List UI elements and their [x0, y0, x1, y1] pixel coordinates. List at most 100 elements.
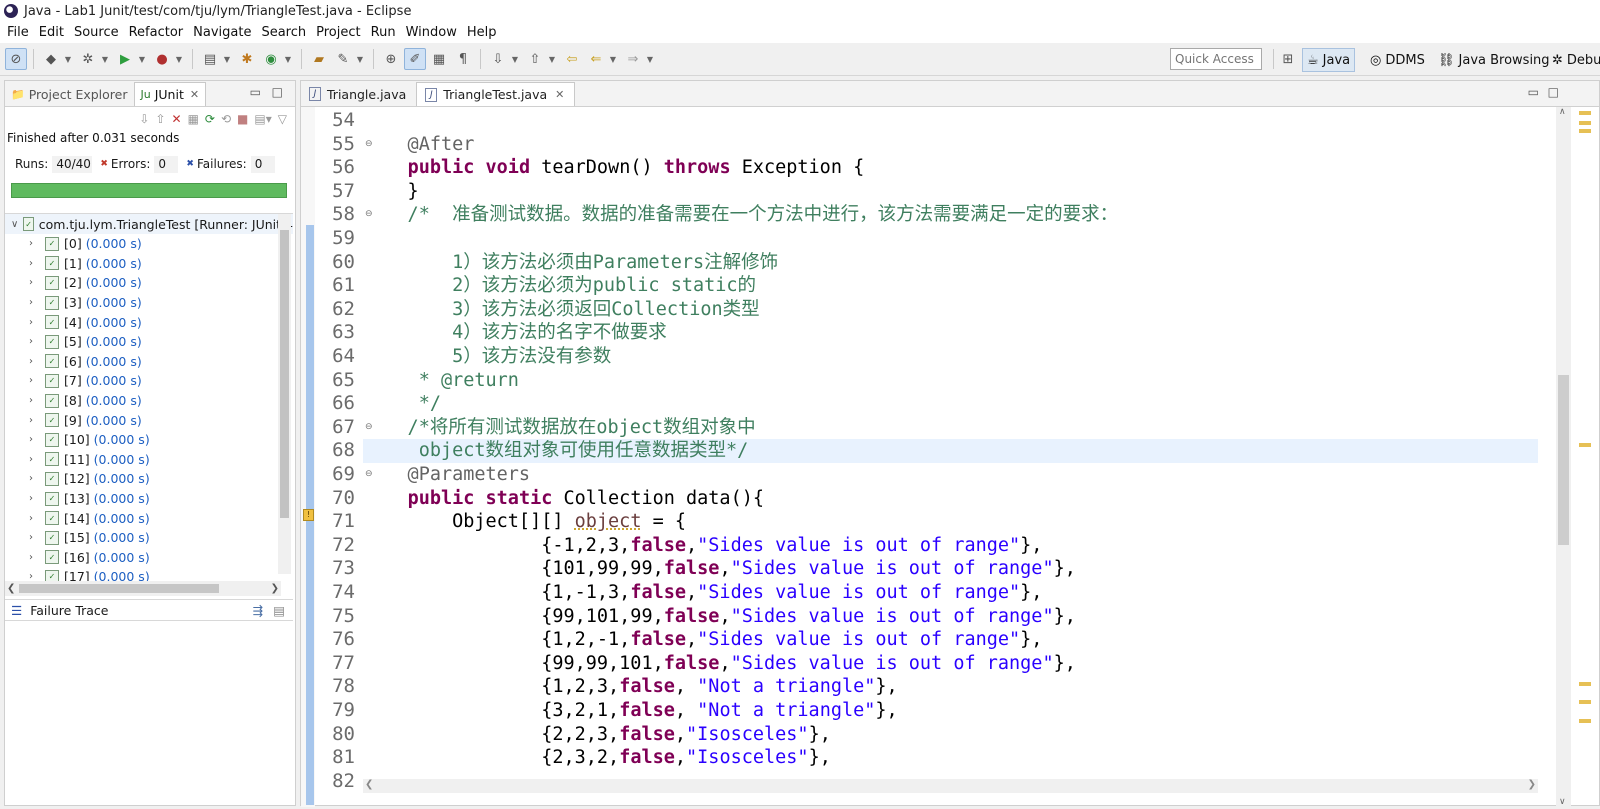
view-menu-icon[interactable]: ▽: [278, 112, 287, 126]
debug-icon[interactable]: ✲: [77, 48, 99, 70]
next-failure-icon[interactable]: ⇩: [139, 112, 149, 126]
test-case-item[interactable]: › ✓ [13] (0.000 s): [5, 489, 293, 509]
tree-horizontal-scrollbar[interactable]: ❮ ❯: [5, 581, 281, 596]
chevron-right-icon[interactable]: ›: [29, 297, 41, 308]
code-line[interactable]: 2）该方法必须为public static的: [363, 274, 1538, 298]
dropdown-arrow-icon[interactable]: ▼: [645, 55, 655, 64]
new-java-package-icon[interactable]: ✱: [236, 48, 258, 70]
code-line[interactable]: {99,101,99,false,"Sides value is out of …: [363, 605, 1538, 629]
test-case-item[interactable]: › ✓ [14] (0.000 s): [5, 508, 293, 528]
code-line[interactable]: {3,2,1,false, "Not a triangle"},: [363, 699, 1538, 723]
close-icon[interactable]: ✕: [190, 88, 199, 101]
last-edit-location-icon[interactable]: ⇦: [561, 48, 583, 70]
test-case-item[interactable]: › ✓ [7] (0.000 s): [5, 371, 293, 391]
chevron-right-icon[interactable]: ›: [29, 473, 41, 484]
overview-warning-marker[interactable]: [1579, 682, 1591, 686]
chevron-right-icon[interactable]: ›: [29, 532, 41, 543]
dropdown-arrow-icon[interactable]: ▼: [608, 55, 618, 64]
code-line[interactable]: 3）该方法必须返回Collection类型: [363, 298, 1538, 322]
scrollbar-thumb[interactable]: [1558, 375, 1569, 545]
chevron-right-icon[interactable]: ›: [29, 258, 41, 269]
chevron-right-icon[interactable]: ›: [29, 317, 41, 328]
rerun-failed-first-icon[interactable]: ⟲: [221, 112, 231, 126]
forward-icon[interactable]: ⇒: [622, 48, 644, 70]
filter-stack-trace-icon[interactable]: ⇶: [253, 603, 263, 618]
dropdown-arrow-icon[interactable]: ▼: [547, 55, 557, 64]
scroll-right-icon[interactable]: ❯: [271, 583, 279, 594]
close-icon[interactable]: ✕: [555, 88, 564, 101]
chevron-right-icon[interactable]: ›: [29, 513, 41, 524]
chevron-right-icon[interactable]: ›: [29, 571, 41, 581]
menu-window[interactable]: Window: [401, 25, 462, 40]
code-line[interactable]: */: [363, 392, 1538, 416]
code-line[interactable]: 5）该方法没有参数: [363, 345, 1538, 369]
test-case-item[interactable]: › ✓ [1] (0.000 s): [5, 254, 293, 274]
code-line[interactable]: {2,3,2, false,"Isosceles"},: [363, 746, 1538, 770]
menu-file[interactable]: File: [2, 25, 34, 40]
code-line[interactable]: * @return: [363, 369, 1538, 393]
dropdown-arrow-icon[interactable]: ▼: [137, 55, 147, 64]
test-case-item[interactable]: › ✓ [8] (0.000 s): [5, 391, 293, 411]
maximize-icon[interactable]: □: [1548, 85, 1559, 99]
test-case-item[interactable]: › ✓ [3] (0.000 s): [5, 293, 293, 313]
menu-help[interactable]: Help: [462, 25, 502, 40]
new-android-project-icon[interactable]: ◆: [40, 48, 62, 70]
code-line[interactable]: {3,2,2,false,"Isosceles"},: [363, 770, 1538, 772]
code-line[interactable]: /* 准备测试数据。数据的准备需要在一个方法中进行，该方法需要满足一定的要求：: [363, 203, 1538, 227]
test-case-item[interactable]: › ✓ [15] (0.000 s): [5, 528, 293, 548]
dropdown-arrow-icon[interactable]: ▼: [63, 55, 73, 64]
dropdown-arrow-icon[interactable]: ▼: [283, 55, 293, 64]
menu-refactor[interactable]: Refactor: [124, 25, 189, 40]
open-type-icon[interactable]: ▰: [308, 48, 330, 70]
chevron-right-icon[interactable]: ›: [29, 454, 41, 465]
toggle-mark-occurrences-icon[interactable]: ✐: [404, 48, 426, 70]
external-tools-icon[interactable]: ●: [151, 48, 173, 70]
chevron-down-icon[interactable]: ∨: [11, 219, 19, 230]
toggle-ant-editor-icon[interactable]: ⊕: [380, 48, 402, 70]
scroll-up-icon[interactable]: ∧: [1559, 107, 1566, 117]
skip-breakpoints-icon[interactable]: ⊘: [5, 48, 27, 70]
menu-edit[interactable]: Edit: [34, 25, 69, 40]
menu-search[interactable]: Search: [256, 25, 311, 40]
quick-access-input[interactable]: [1170, 48, 1262, 70]
test-case-item[interactable]: › ✓ [10] (0.000 s): [5, 430, 293, 450]
test-case-item[interactable]: › ✓ [17] (0.000 s): [5, 567, 293, 581]
menu-navigate[interactable]: Navigate: [188, 25, 256, 40]
code-line[interactable]: 1）该方法必须由Parameters注解修饰: [363, 251, 1538, 275]
code-line[interactable]: [363, 109, 1538, 133]
test-case-item[interactable]: › ✓ [9] (0.000 s): [5, 410, 293, 430]
perspective-java[interactable]: ☕ Java: [1302, 48, 1356, 72]
code-line[interactable]: {1,-1,3,false,"Sides value is out of ran…: [363, 581, 1538, 605]
code-line[interactable]: }: [363, 180, 1538, 204]
chevron-right-icon[interactable]: ›: [29, 493, 41, 504]
scroll-left-icon[interactable]: ❮: [365, 779, 373, 790]
chevron-right-icon[interactable]: ›: [29, 434, 41, 445]
minimize-icon[interactable]: ▭: [250, 85, 261, 99]
test-case-item[interactable]: › ✓ [6] (0.000 s): [5, 352, 293, 372]
test-case-item[interactable]: › ✓ [16] (0.000 s): [5, 548, 293, 568]
chevron-right-icon[interactable]: ›: [29, 336, 41, 347]
perspective-java-browsing[interactable]: ⛓ Java Browsing: [1434, 48, 1554, 72]
tree-vertical-scrollbar[interactable]: [278, 214, 291, 574]
menu-project[interactable]: Project: [311, 25, 365, 40]
overview-warning-marker[interactable]: [1579, 121, 1591, 125]
overview-warning-marker[interactable]: [1579, 719, 1591, 723]
dropdown-arrow-icon[interactable]: ▼: [174, 55, 184, 64]
chevron-right-icon[interactable]: ›: [29, 277, 41, 288]
scrollbar-thumb[interactable]: [19, 584, 219, 593]
chevron-right-icon[interactable]: ›: [29, 356, 41, 367]
open-perspective-icon[interactable]: ⊞: [1277, 48, 1299, 70]
previous-annotation-icon[interactable]: ⇧: [524, 48, 546, 70]
code-line[interactable]: /*将所有测试数据放在object数组对象中: [363, 416, 1538, 440]
scroll-down-icon[interactable]: ∨: [1559, 797, 1566, 807]
maximize-icon[interactable]: □: [272, 85, 283, 99]
perspective-debug[interactable]: ✲ Debu: [1548, 48, 1600, 72]
dropdown-arrow-icon[interactable]: ▼: [100, 55, 110, 64]
chevron-right-icon[interactable]: ›: [29, 375, 41, 386]
code-line[interactable]: {2,2,3,false,"Isosceles"},: [363, 723, 1538, 747]
code-line[interactable]: Object[][] object = {: [363, 510, 1538, 534]
overview-warning-marker[interactable]: [1579, 129, 1591, 133]
test-case-item[interactable]: › ✓ [0] (0.000 s): [5, 234, 293, 254]
show-whitespace-icon[interactable]: ¶: [452, 48, 474, 70]
overview-warning-marker[interactable]: [1579, 111, 1591, 115]
